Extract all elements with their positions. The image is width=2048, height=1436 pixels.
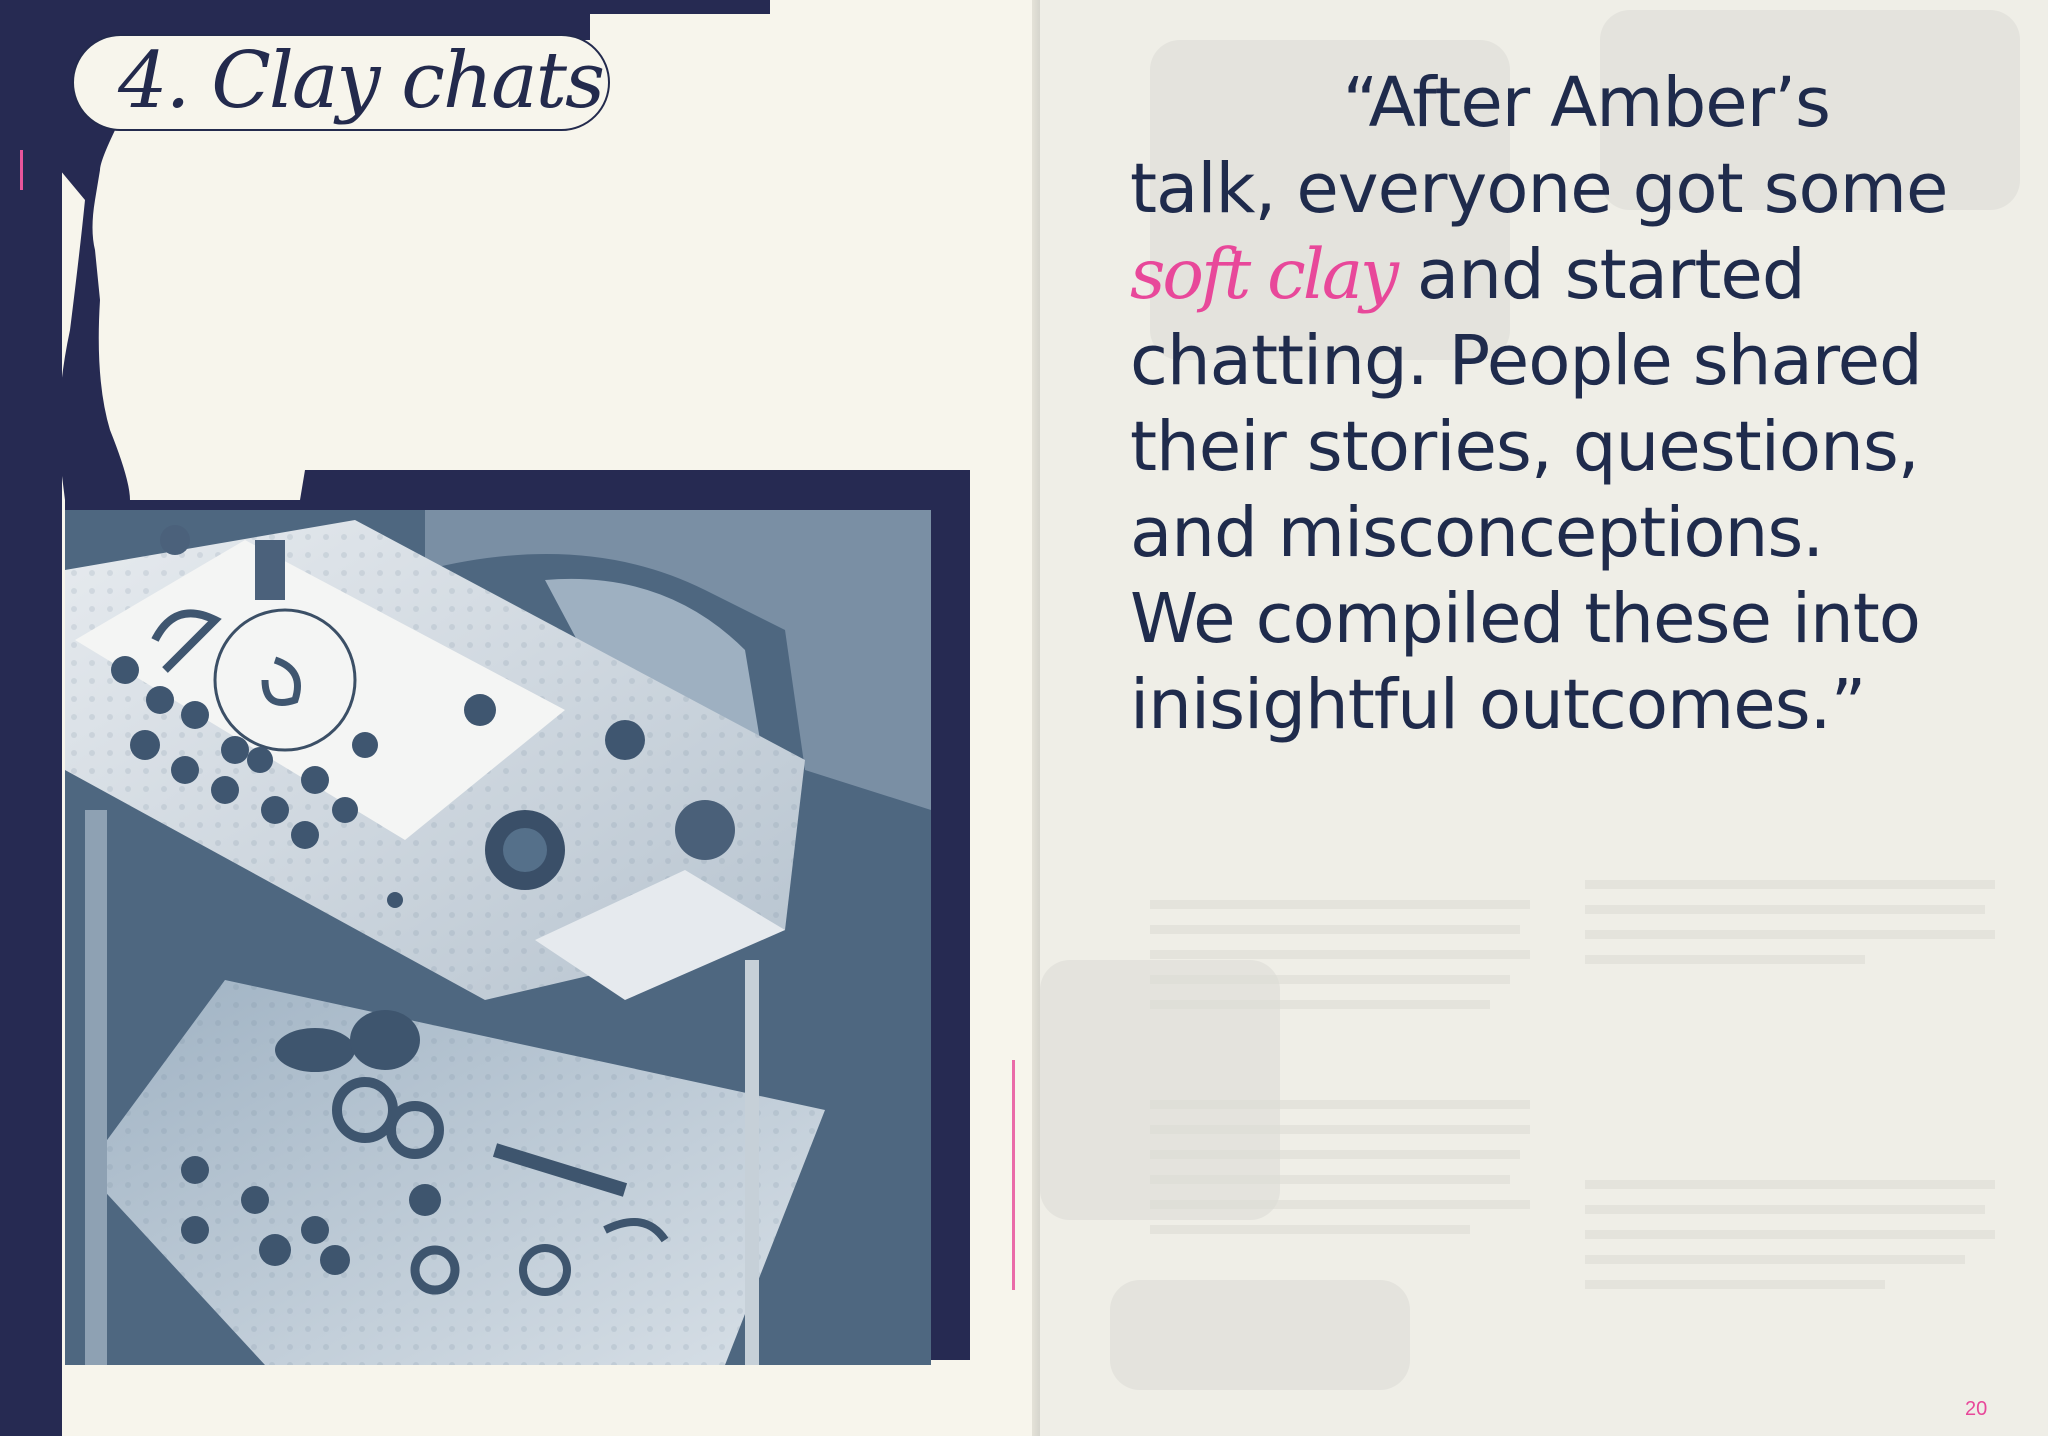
quote-line: soft clay and started — [1130, 232, 2010, 318]
show-through-text — [1150, 1150, 1520, 1159]
quote-line: We compiled these into — [1130, 579, 1921, 659]
show-through-text — [1150, 1175, 1510, 1184]
show-through-text — [1585, 1205, 1985, 1214]
page-number: 20 — [1965, 1398, 1988, 1420]
show-through-text — [1585, 1230, 1995, 1239]
show-through-text — [1585, 1255, 1965, 1264]
show-through-text — [1585, 1280, 1885, 1289]
show-through-text — [1585, 880, 1995, 889]
booklet-spread: 4. Clay chats “After Amber’s talk, every… — [0, 0, 2048, 1436]
left-page: 4. Clay chats — [0, 0, 1040, 1436]
quote-accent: soft clay — [1130, 235, 1399, 315]
show-through-text — [1585, 930, 1995, 939]
show-through-shape — [1110, 1280, 1410, 1390]
section-heading: 4. Clay chats — [118, 36, 605, 126]
show-through-text — [1150, 1100, 1530, 1109]
show-through-text — [1150, 1000, 1490, 1009]
quote-line: and misconceptions. — [1130, 493, 1824, 573]
quote-line: their stories, questions, — [1130, 407, 1920, 487]
show-through-text — [1585, 905, 1985, 914]
pink-edge-mark — [1012, 1060, 1015, 1290]
clay-works-photo — [65, 510, 931, 1365]
show-through-text — [1150, 1125, 1530, 1134]
show-through-text — [1150, 950, 1530, 959]
quote-line: chatting. People shared — [1130, 321, 1923, 401]
quote-line: inisightful outcomes.” — [1130, 665, 1866, 745]
show-through-text — [1150, 975, 1510, 984]
quote-line: “After Amber’s — [1342, 63, 1831, 143]
show-through-text — [1150, 900, 1530, 909]
pull-quote: “After Amber’s talk, everyone got some s… — [1130, 60, 2010, 748]
show-through-text — [1150, 1200, 1530, 1209]
show-through-text — [1150, 1225, 1470, 1234]
show-through-text — [1585, 955, 1865, 964]
pink-edge-mark — [20, 150, 23, 190]
quote-line-rest: and started — [1395, 235, 1806, 315]
quote-line: talk, everyone got some — [1130, 149, 1948, 229]
show-through-text — [1150, 925, 1520, 934]
show-through-text — [1585, 1180, 1995, 1189]
